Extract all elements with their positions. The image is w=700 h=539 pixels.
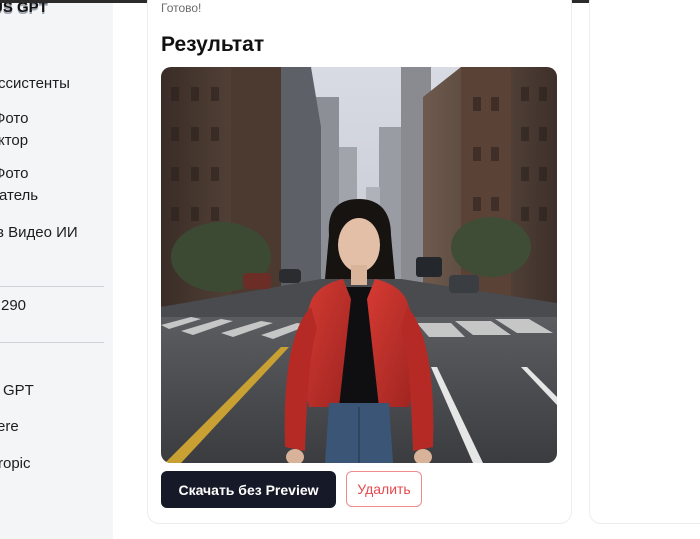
brand-logo: US GPT (0, 3, 48, 16)
side-panel-card (589, 0, 700, 524)
street-portrait-illustration (161, 67, 557, 463)
generated-image[interactable] (161, 67, 557, 463)
sidebar-divider (0, 342, 104, 343)
sidebar-item-assistants[interactable]: Ассистенты (0, 73, 70, 95)
sidebar-item-gpt[interactable]: GPT (3, 380, 34, 402)
sidebar-item-photo-creator-line2[interactable]: атель (0, 185, 38, 207)
result-title: Результат (161, 33, 265, 56)
sidebar-item-photo-editor-line1[interactable]: Фото (0, 108, 28, 130)
delete-button[interactable]: Удалить (346, 471, 422, 507)
sidebar-item-anthropic[interactable]: ropic (0, 453, 31, 475)
sidebar-item-cohere[interactable]: ere (0, 416, 19, 438)
sidebar-item-photo-creator-line1[interactable]: Фото (0, 163, 28, 185)
sidebar-item-photo-editor-line2[interactable]: ктор (0, 130, 28, 152)
sidebar-item-video-ai[interactable]: в Видео ИИ (0, 222, 78, 244)
sidebar: US GPT Ассистенты Фото ктор Фото атель в… (0, 3, 113, 539)
sidebar-divider (0, 286, 104, 287)
sidebar-balance: 290 (1, 297, 27, 314)
download-without-preview-button[interactable]: Скачать без Preview (161, 471, 336, 508)
status-text: Готово! (161, 1, 202, 15)
